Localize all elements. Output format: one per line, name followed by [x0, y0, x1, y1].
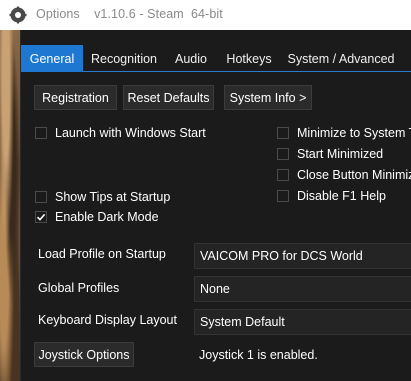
- checkbox-box[interactable]: [277, 148, 289, 160]
- checkbox-box[interactable]: [35, 211, 47, 223]
- keyboard-layout-label: Keyboard Display Layout: [38, 313, 177, 327]
- system-info-button[interactable]: System Info >: [224, 85, 312, 110]
- registration-button[interactable]: Registration: [34, 85, 117, 110]
- checkbox-label: Show Tips at Startup: [55, 190, 171, 204]
- checkbox-label: Start Minimized: [297, 147, 384, 161]
- checkbox-label: Enable Dark Mode: [55, 210, 159, 224]
- tab-system-advanced[interactable]: System / Advanced: [283, 45, 399, 72]
- checkbox-label: Disable F1 Help: [297, 189, 386, 203]
- checkbox-box[interactable]: [277, 169, 289, 181]
- checkbox-label: Minimize to System Tr: [297, 126, 411, 140]
- checkbox-box[interactable]: [277, 190, 289, 202]
- tab-audio[interactable]: Audio: [167, 45, 215, 72]
- title-bar: Options v1.10.6 - Steam 64-bit: [0, 0, 411, 30]
- tab-bar: General Recognition Audio Hotkeys System…: [21, 45, 411, 72]
- close-button-minimize-checkbox[interactable]: Close Button Minimize: [277, 167, 411, 183]
- joystick-status-text: Joystick 1 is enabled.: [199, 348, 318, 362]
- start-minimized-checkbox[interactable]: Start Minimized: [277, 146, 383, 162]
- load-profile-label: Load Profile on Startup: [38, 247, 166, 261]
- disable-f1-help-checkbox[interactable]: Disable F1 Help: [277, 188, 386, 204]
- enable-dark-mode-checkbox[interactable]: Enable Dark Mode: [35, 209, 159, 225]
- checkmark-icon: [36, 213, 46, 221]
- global-profiles-dropdown[interactable]: None: [194, 276, 411, 302]
- tab-hotkeys[interactable]: Hotkeys: [219, 45, 279, 72]
- load-profile-dropdown[interactable]: VAICOM PRO for DCS World: [194, 243, 411, 269]
- checkbox-box[interactable]: [35, 127, 47, 139]
- tab-recognition[interactable]: Recognition: [84, 45, 164, 72]
- launch-with-windows-checkbox[interactable]: Launch with Windows Start: [35, 125, 206, 141]
- checkbox-box[interactable]: [35, 191, 47, 203]
- checkbox-label: Close Button Minimize: [297, 168, 411, 182]
- keyboard-layout-dropdown[interactable]: System Default: [194, 309, 411, 335]
- global-profiles-label: Global Profiles: [38, 281, 120, 295]
- desktop-background-image: [0, 30, 20, 381]
- window-title: Options v1.10.6 - Steam 64-bit: [36, 7, 223, 21]
- show-tips-checkbox[interactable]: Show Tips at Startup: [35, 189, 170, 205]
- options-window: General Recognition Audio Hotkeys System…: [20, 30, 411, 381]
- minimize-to-tray-checkbox[interactable]: Minimize to System Tr: [277, 125, 411, 141]
- reset-defaults-button[interactable]: Reset Defaults: [123, 85, 214, 110]
- tab-general[interactable]: General: [21, 45, 83, 72]
- app-gear-icon: [9, 6, 27, 24]
- checkbox-label: Launch with Windows Start: [55, 126, 206, 140]
- checkbox-box[interactable]: [277, 127, 289, 139]
- joystick-options-button[interactable]: Joystick Options: [34, 342, 134, 367]
